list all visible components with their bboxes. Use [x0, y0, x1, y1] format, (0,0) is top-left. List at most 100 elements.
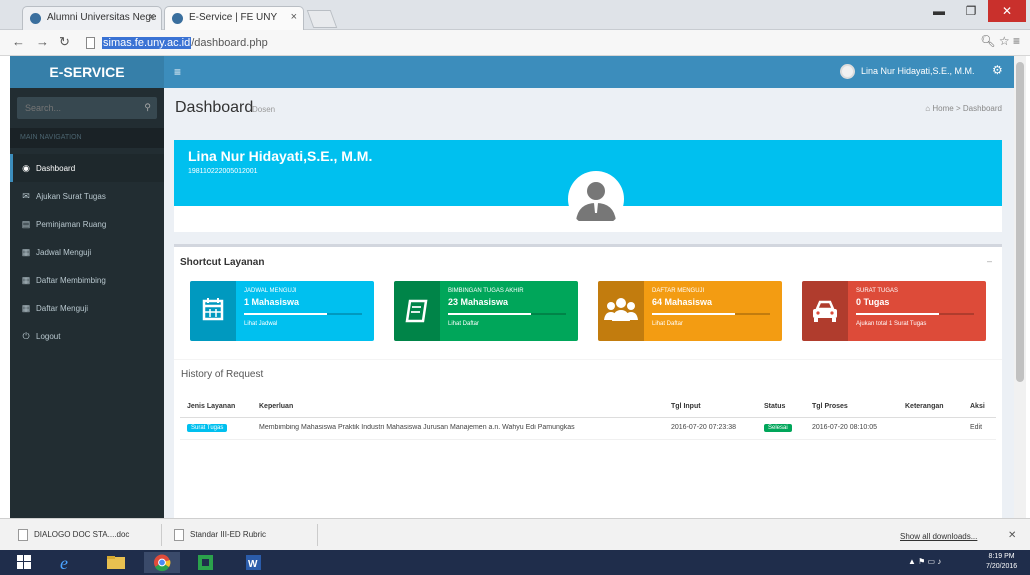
scrollbar-thumb[interactable] [1016, 62, 1024, 382]
column-header: Jenis Layanan [187, 403, 236, 410]
page-subtitle: Dosen [252, 105, 276, 114]
close-window-icon[interactable]: ✕ [988, 0, 1026, 22]
windows-start-icon[interactable] [6, 552, 42, 573]
table-cell-tgl-input: 2016-07-20 07:23:38 [671, 424, 736, 431]
calendar-icon [202, 298, 224, 321]
sidebar-toggle-icon[interactable]: ≡ [174, 65, 181, 79]
sidebar-item-dashboard[interactable]: ◉ Dashboard [10, 154, 164, 182]
book-icon [405, 299, 428, 323]
info-link[interactable]: Lihat Daftar [448, 321, 479, 327]
info-link[interactable]: Ajukan total 1 Surat Tugas [856, 321, 926, 327]
page-scrollbar[interactable] [1014, 56, 1026, 518]
camtasia-icon[interactable] [188, 552, 224, 573]
info-label: SURAT TUGAS [856, 288, 899, 294]
profile-nip: 198110222005012001 [188, 168, 258, 175]
progress-bar [244, 313, 362, 315]
info-value: 64 Mahasiswa [652, 297, 713, 307]
close-icon[interactable]: ✕ [1008, 530, 1016, 541]
column-header: Tgl Input [671, 403, 701, 410]
sidebar-item-jadwal-menguji[interactable]: ▦ Jadwal Menguji [10, 238, 164, 266]
url-field[interactable]: simas.fe.uny.ac.id/dashboard.php [82, 33, 942, 53]
download-item[interactable]: DIALOGO DOC STA....doc [14, 524, 162, 546]
progress-fill [856, 313, 939, 315]
envelope-icon: ✉ [22, 191, 30, 201]
info-box-bimbingan-tugas-akhir[interactable]: BIMBINGAN TUGAS AKHIR 23 Mahasiswa Lihat… [394, 281, 578, 341]
new-tab-button[interactable] [306, 10, 338, 28]
building-icon: ▤ [21, 219, 31, 229]
restore-window-icon[interactable]: ❐ [956, 0, 986, 22]
browser-tab-alumni[interactable]: Alumni Universitas Nege × [22, 6, 162, 30]
column-header: Keperluan [259, 403, 294, 410]
word-icon[interactable]: W [236, 552, 272, 573]
breadcrumb-home[interactable]: Home [932, 104, 953, 113]
search-icon[interactable]: ⚲ [144, 102, 151, 113]
system-tray[interactable]: ▲ ⚑ ▭ ♪ [908, 557, 941, 566]
breadcrumb: ⌂ Home > Dashboard [925, 104, 1002, 113]
file-explorer-icon[interactable] [98, 552, 134, 573]
back-arrow-icon[interactable]: ← [12, 34, 25, 49]
sidebar-item-label: Peminjaman Ruang [36, 220, 107, 229]
reload-icon[interactable]: ↻ [59, 34, 70, 50]
calendar-icon: ▦ [21, 275, 31, 285]
edit-link[interactable]: Edit [970, 424, 982, 431]
user-menu[interactable]: Lina Nur Hidayati,S.E., M.M. [861, 66, 975, 76]
info-value: 0 Tugas [856, 297, 890, 307]
top-navbar: ≡ Lina Nur Hidayati,S.E., M.M. ⚙ [164, 56, 1014, 88]
history-title: History of Request [181, 369, 264, 380]
shortcut-title: Shortcut Layanan [180, 257, 265, 268]
column-header: Keterangan [905, 403, 944, 410]
user-avatar[interactable] [840, 64, 855, 79]
info-link[interactable]: Lihat Daftar [652, 321, 683, 327]
avatar [568, 171, 624, 227]
sidebar-item-daftar-membimbing[interactable]: ▦ Daftar Membimbing [10, 266, 164, 294]
info-label: JADWAL MENGUJI [244, 288, 297, 294]
menu-icon[interactable]: ≡ [1013, 34, 1020, 48]
favicon-icon [172, 13, 183, 24]
sidebar-item-label: Jadwal Menguji [36, 248, 92, 257]
close-tab-icon[interactable]: × [149, 11, 155, 23]
downloads-bar: DIALOGO DOC STA....doc Standar III-ED Ru… [0, 518, 1030, 550]
show-all-downloads-link[interactable]: Show all downloads... [900, 532, 977, 541]
info-icon-wrap [802, 281, 848, 341]
sidebar-item-ajukan-surat-tugas[interactable]: ✉ Ajukan Surat Tugas [10, 182, 164, 210]
address-actions: 🔍︎ ☆ ≡ [980, 34, 1020, 48]
url-path: /dashboard.php [191, 37, 268, 49]
sidebar-item-peminjaman-ruang[interactable]: ▤ Peminjaman Ruang [10, 210, 164, 238]
clock[interactable]: 8:19 PM 7/20/2016 [986, 552, 1017, 572]
info-label: DAFTAR MENGUJI [652, 288, 705, 294]
bookmark-star-icon[interactable]: ☆ [999, 34, 1010, 48]
column-header: Status [764, 403, 786, 410]
progress-fill [244, 313, 327, 315]
profile-card: Lina Nur Hidayati,S.E., M.M. 19811022200… [174, 140, 1002, 232]
nav-header: MAIN NAVIGATION [10, 128, 164, 148]
progress-bar [856, 313, 974, 315]
progress-bar [652, 313, 770, 315]
internet-explorer-icon[interactable]: e [48, 552, 84, 573]
info-value: 1 Mahasiswa [244, 297, 300, 307]
chrome-icon[interactable] [144, 552, 180, 573]
clock-date: 7/20/2016 [986, 563, 1018, 570]
table-cell-keperluan: Membimbing Mahasiswa Praktik Industri Ma… [259, 424, 575, 431]
collapse-icon[interactable]: – [987, 256, 992, 266]
gear-icon[interactable]: ⚙ [992, 63, 1003, 77]
close-tab-icon[interactable]: × [291, 11, 297, 23]
download-item[interactable]: Standar III-ED Rubric [170, 524, 318, 546]
forward-arrow-icon[interactable]: → [36, 34, 49, 49]
info-icon-wrap [598, 281, 644, 341]
app-logo[interactable]: E-SERVICE [10, 56, 164, 88]
search-input[interactable] [17, 97, 137, 119]
info-link[interactable]: Lihat Jadwal [244, 321, 277, 327]
sidebar-item-daftar-menguji[interactable]: ▦ Daftar Menguji [10, 294, 164, 322]
info-box-surat-tugas[interactable]: SURAT TUGAS 0 Tugas Ajukan total 1 Surat… [802, 281, 986, 341]
browser-tab-eservice[interactable]: E-Service | FE UNY × [164, 6, 304, 30]
sidebar-item-logout[interactable]: ⏻ Logout [10, 322, 164, 350]
address-bar: ← → ↻ simas.fe.uny.ac.id/dashboard.php 🔍… [0, 30, 1030, 56]
column-header: Aksi [970, 403, 985, 410]
zoom-icon[interactable]: 🔍︎ [980, 34, 995, 48]
calendar-icon: ▦ [21, 303, 31, 313]
minimize-window-icon[interactable]: ▬ [924, 0, 954, 22]
column-header: Tgl Proses [812, 403, 848, 410]
info-box-daftar-menguji[interactable]: DAFTAR MENGUJI 64 Mahasiswa Lihat Daftar [598, 281, 782, 341]
table-header-divider [180, 417, 996, 418]
info-box-jadwal-menguji[interactable]: JADWAL MENGUJI 1 Mahasiswa Lihat Jadwal [190, 281, 374, 341]
